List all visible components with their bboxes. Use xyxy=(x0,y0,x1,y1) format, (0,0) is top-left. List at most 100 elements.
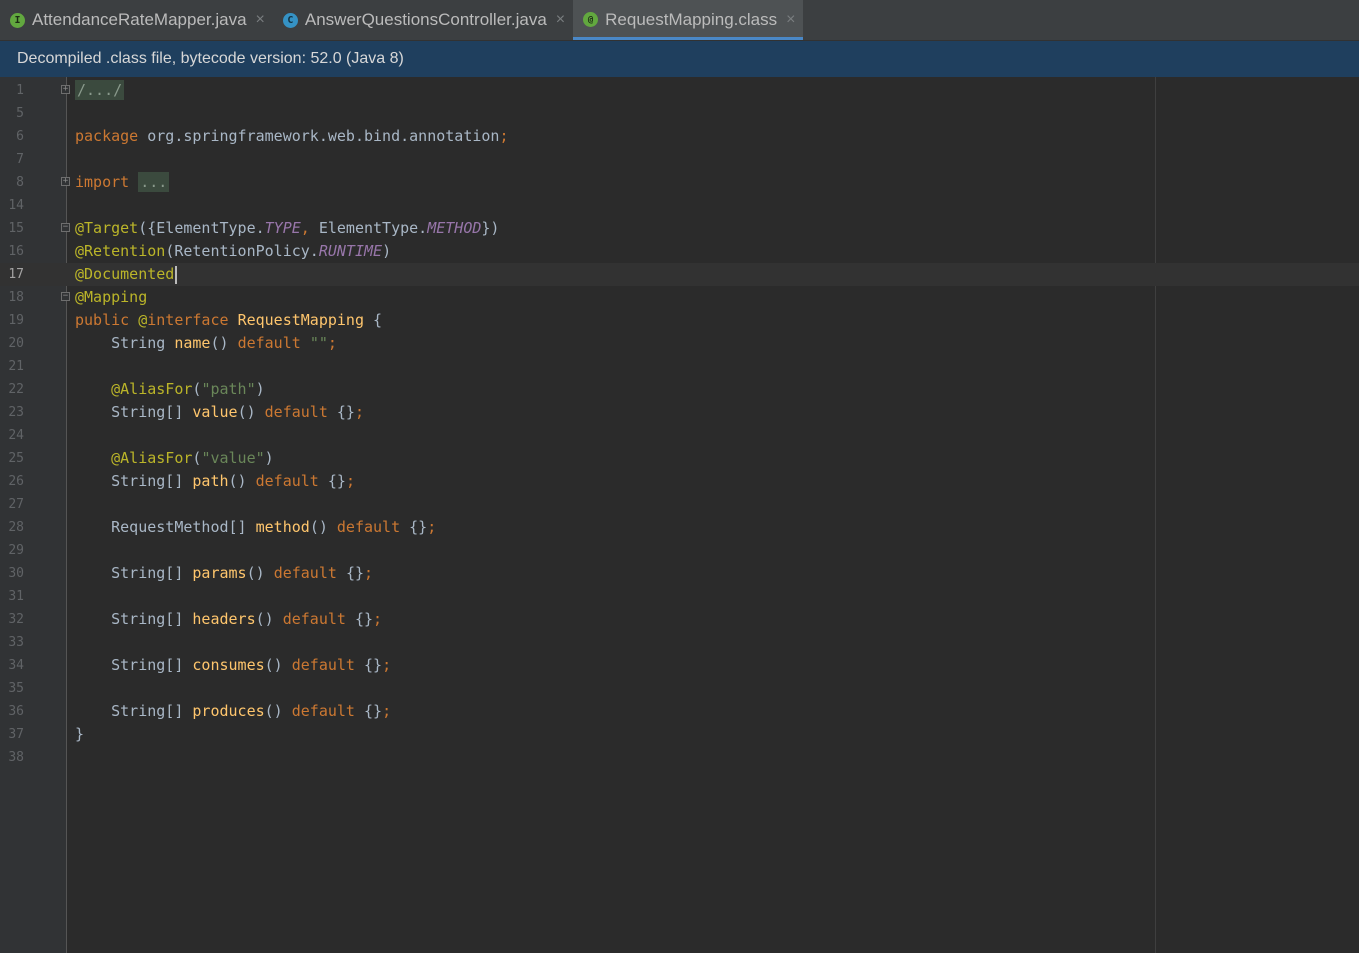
line-number: 25 xyxy=(8,451,24,466)
line-number: 19 xyxy=(8,313,24,328)
line-number: 29 xyxy=(8,543,24,558)
code-line[interactable]: 22 @AliasFor("path") xyxy=(0,378,1359,401)
line-number: 16 xyxy=(8,244,24,259)
code-line[interactable]: 17 @Documented xyxy=(0,263,1359,286)
line-number: 7 xyxy=(16,152,24,167)
code-line[interactable]: 21 xyxy=(0,355,1359,378)
banner-text: Decompiled .class file, bytecode version… xyxy=(17,50,404,67)
code-line[interactable]: 20 String name() default ""; xyxy=(0,332,1359,355)
line-number: 36 xyxy=(8,704,24,719)
expand-fold-icon[interactable]: + xyxy=(61,85,70,94)
line-number: 38 xyxy=(8,750,24,765)
line-number: 27 xyxy=(8,497,24,512)
code-line[interactable]: 29 xyxy=(0,539,1359,562)
code-text: import ... xyxy=(75,172,170,192)
code-text: package org.springframework.web.bind.ann… xyxy=(75,127,509,145)
line-number: 1 xyxy=(16,83,24,98)
class-icon: C xyxy=(282,12,298,28)
decompiled-banner: Decompiled .class file, bytecode version… xyxy=(0,41,1359,77)
line-number: 34 xyxy=(8,658,24,673)
code-text: @AliasFor("value") xyxy=(111,449,274,467)
text-caret xyxy=(175,265,178,284)
code-line[interactable]: 23 String[] value() default {}; xyxy=(0,401,1359,424)
line-number: 31 xyxy=(8,589,24,604)
line-number: 21 xyxy=(8,359,24,374)
code-text: String[] path() default {}; xyxy=(75,472,355,490)
line-number: 20 xyxy=(8,336,24,351)
code-line[interactable]: 30 String[] params() default {}; xyxy=(0,562,1359,585)
line-number: 33 xyxy=(8,635,24,650)
code-text: public @interface RequestMapping { xyxy=(75,311,383,329)
interface-icon: I xyxy=(10,12,25,28)
code-text: String[] headers() default {}; xyxy=(75,610,383,628)
line-number: 8 xyxy=(16,175,24,190)
line-number: 37 xyxy=(8,727,24,742)
annotation-icon: @ xyxy=(583,12,599,27)
collapse-fold-icon[interactable]: − xyxy=(61,223,70,232)
code-text: String name() default ""; xyxy=(75,334,337,352)
code-line[interactable]: 37} xyxy=(0,723,1359,746)
line-number: 6 xyxy=(16,129,24,144)
close-icon[interactable]: × xyxy=(786,11,795,29)
line-number: 22 xyxy=(8,382,24,397)
code-text: @AliasFor("path") xyxy=(111,380,265,398)
close-icon[interactable]: × xyxy=(556,11,565,29)
code-line[interactable]: 8 + import ... xyxy=(0,171,1359,194)
tab-3[interactable]: @ RequestMapping.class × xyxy=(573,0,804,40)
code-text: @Retention(RetentionPolicy.RUNTIME) xyxy=(75,242,392,260)
tab-label: AnswerQuestionsController.java xyxy=(304,10,547,29)
line-number: 18 xyxy=(8,290,24,305)
tab-label: AttendanceRateMapper.java xyxy=(32,10,247,29)
code-line[interactable]: 24 xyxy=(0,424,1359,447)
code-line[interactable]: 26 String[] path() default {}; xyxy=(0,470,1359,493)
code-text: String[] params() default {}; xyxy=(75,564,374,582)
code-line[interactable]: 14 xyxy=(0,194,1359,217)
tab-label: RequestMapping.class xyxy=(605,9,778,29)
code-line[interactable]: 25 @AliasFor("value") xyxy=(0,447,1359,470)
code-text: String[] value() default {}; xyxy=(75,403,364,421)
collapse-fold-icon[interactable]: − xyxy=(61,292,70,301)
tab-1[interactable]: I AttendanceRateMapper.java × xyxy=(0,0,273,40)
code-line[interactable]: 7 xyxy=(0,148,1359,171)
code-line[interactable]: 36 String[] produces() default {}; xyxy=(0,700,1359,723)
code-line[interactable]: 19 public @interface RequestMapping { xyxy=(0,309,1359,332)
code-line[interactable]: 32 String[] headers() default {}; xyxy=(0,608,1359,631)
code-line[interactable]: 6 package org.springframework.web.bind.an… xyxy=(0,125,1359,148)
line-number: 23 xyxy=(8,405,24,420)
code-text: @Mapping xyxy=(75,288,148,306)
code-line[interactable]: 34 String[] consumes() default {}; xyxy=(0,654,1359,677)
code-text: String[] produces() default {}; xyxy=(75,702,392,720)
editor-tab-bar: I AttendanceRateMapper.java × C AnswerQuesti… xyxy=(0,0,1359,41)
code-line[interactable]: 35 xyxy=(0,677,1359,700)
code-text: @Target({ElementType.TYPE, ElementType.M… xyxy=(75,219,500,237)
line-number: 14 xyxy=(8,198,24,213)
code-text: @Documented xyxy=(75,263,178,286)
line-number: 5 xyxy=(16,106,24,121)
code-line[interactable]: 38 xyxy=(0,746,1359,769)
line-number: 26 xyxy=(8,474,24,489)
code-line[interactable]: 28 RequestMethod[] method() default {}; xyxy=(0,516,1359,539)
line-number: 32 xyxy=(8,612,24,627)
line-number: 15 xyxy=(8,221,24,236)
code-text: RequestMethod[] method() default {}; xyxy=(75,518,437,536)
code-text: /.../ xyxy=(75,80,125,100)
code-line[interactable]: 27 xyxy=(0,493,1359,516)
line-number: 17 xyxy=(8,267,24,282)
code-line[interactable]: 5 xyxy=(0,102,1359,125)
code-line[interactable]: 18 − @Mapping xyxy=(0,286,1359,309)
code-line[interactable]: 33 xyxy=(0,631,1359,654)
expand-fold-icon[interactable]: + xyxy=(61,177,70,186)
code-line[interactable]: 16 @Retention(RetentionPolicy.RUNTIME) xyxy=(0,240,1359,263)
tab-2[interactable]: C AnswerQuestionsController.java × xyxy=(273,0,573,40)
code-line[interactable]: 31 xyxy=(0,585,1359,608)
code-line[interactable]: 15 − @Target({ElementType.TYPE, ElementTyp… xyxy=(0,217,1359,240)
line-number: 24 xyxy=(8,428,24,443)
line-number: 28 xyxy=(8,520,24,535)
code-text: } xyxy=(75,725,85,743)
code-line[interactable]: 1 + /.../ xyxy=(0,79,1359,102)
line-number: 30 xyxy=(8,566,24,581)
code-text: String[] consumes() default {}; xyxy=(75,656,392,674)
close-icon[interactable]: × xyxy=(256,11,265,29)
code-editor[interactable]: 1 + /.../ 5 6 package org.springframework.web… xyxy=(0,77,1359,953)
line-number: 35 xyxy=(8,681,24,696)
